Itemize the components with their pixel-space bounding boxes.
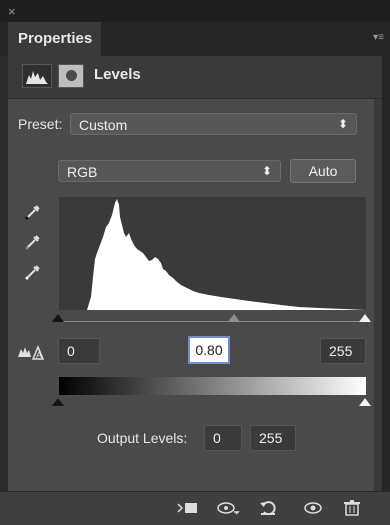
tab-properties-label: Properties [18,30,93,47]
output-black-value: 0 [213,430,221,446]
output-levels-label: Output Levels: [97,430,188,446]
output-white-field[interactable]: 255 [250,425,296,451]
input-midtone-field[interactable]: 0.80 [188,336,230,364]
histogram [59,197,366,310]
input-midtone-value: 0.80 [195,342,223,358]
delete-icon[interactable] [343,500,361,521]
panel-menu-icon[interactable]: ▾≡ [373,32,384,43]
input-white-field[interactable]: 255 [320,338,366,364]
adjustment-title: Levels [94,66,141,83]
input-midtone-slider[interactable] [228,314,240,322]
panel-right-edge [382,56,390,524]
svg-text:A: A [36,350,42,360]
panel-tab-bar: Properties ▾≡ [0,22,390,56]
black-point-eyedropper-icon[interactable] [24,203,42,221]
input-white-value: 255 [329,343,353,359]
mask-icon[interactable] [58,64,84,88]
properties-header: Levels [8,56,382,99]
input-black-field[interactable]: 0 [58,338,100,364]
output-white-slider[interactable] [359,398,371,406]
visibility-icon[interactable] [303,500,323,521]
levels-adjustment-icon[interactable] [22,64,52,88]
auto-button-label: Auto [308,163,338,179]
view-previous-state-icon[interactable] [216,500,240,521]
channel-value: RGB [67,164,98,180]
histogram-shape [59,199,366,310]
output-white-value: 255 [259,430,283,446]
output-black-slider[interactable] [52,398,64,406]
preset-label: Preset: [18,116,63,132]
input-black-slider[interactable] [52,314,64,322]
input-levels-track [59,321,366,322]
auto-button[interactable]: Auto [290,159,356,183]
preset-value: Custom [79,117,128,133]
output-black-field[interactable]: 0 [204,425,242,451]
input-black-value: 0 [67,343,75,359]
output-gradient-bar [59,377,366,395]
select-arrows-icon: ⬍ [337,117,348,131]
reset-icon[interactable] [258,500,278,521]
gray-point-eyedropper-icon[interactable] [24,233,42,251]
channel-select[interactable]: RGB ⬍ [58,160,281,182]
preset-select[interactable]: Custom ⬍ [70,113,357,135]
select-arrows-icon: ⬍ [261,164,272,178]
clipping-warning-icon[interactable]: A [17,344,45,363]
bottom-toolbar [0,491,390,525]
clip-to-layer-icon[interactable] [176,500,200,521]
white-point-eyedropper-icon[interactable] [24,263,42,281]
panel-top-strip: × [0,0,390,22]
input-white-slider[interactable] [359,314,371,322]
content-scrollbar[interactable] [374,99,382,491]
tab-properties[interactable]: Properties [8,22,102,56]
close-panel-icon[interactable]: × [8,4,16,19]
